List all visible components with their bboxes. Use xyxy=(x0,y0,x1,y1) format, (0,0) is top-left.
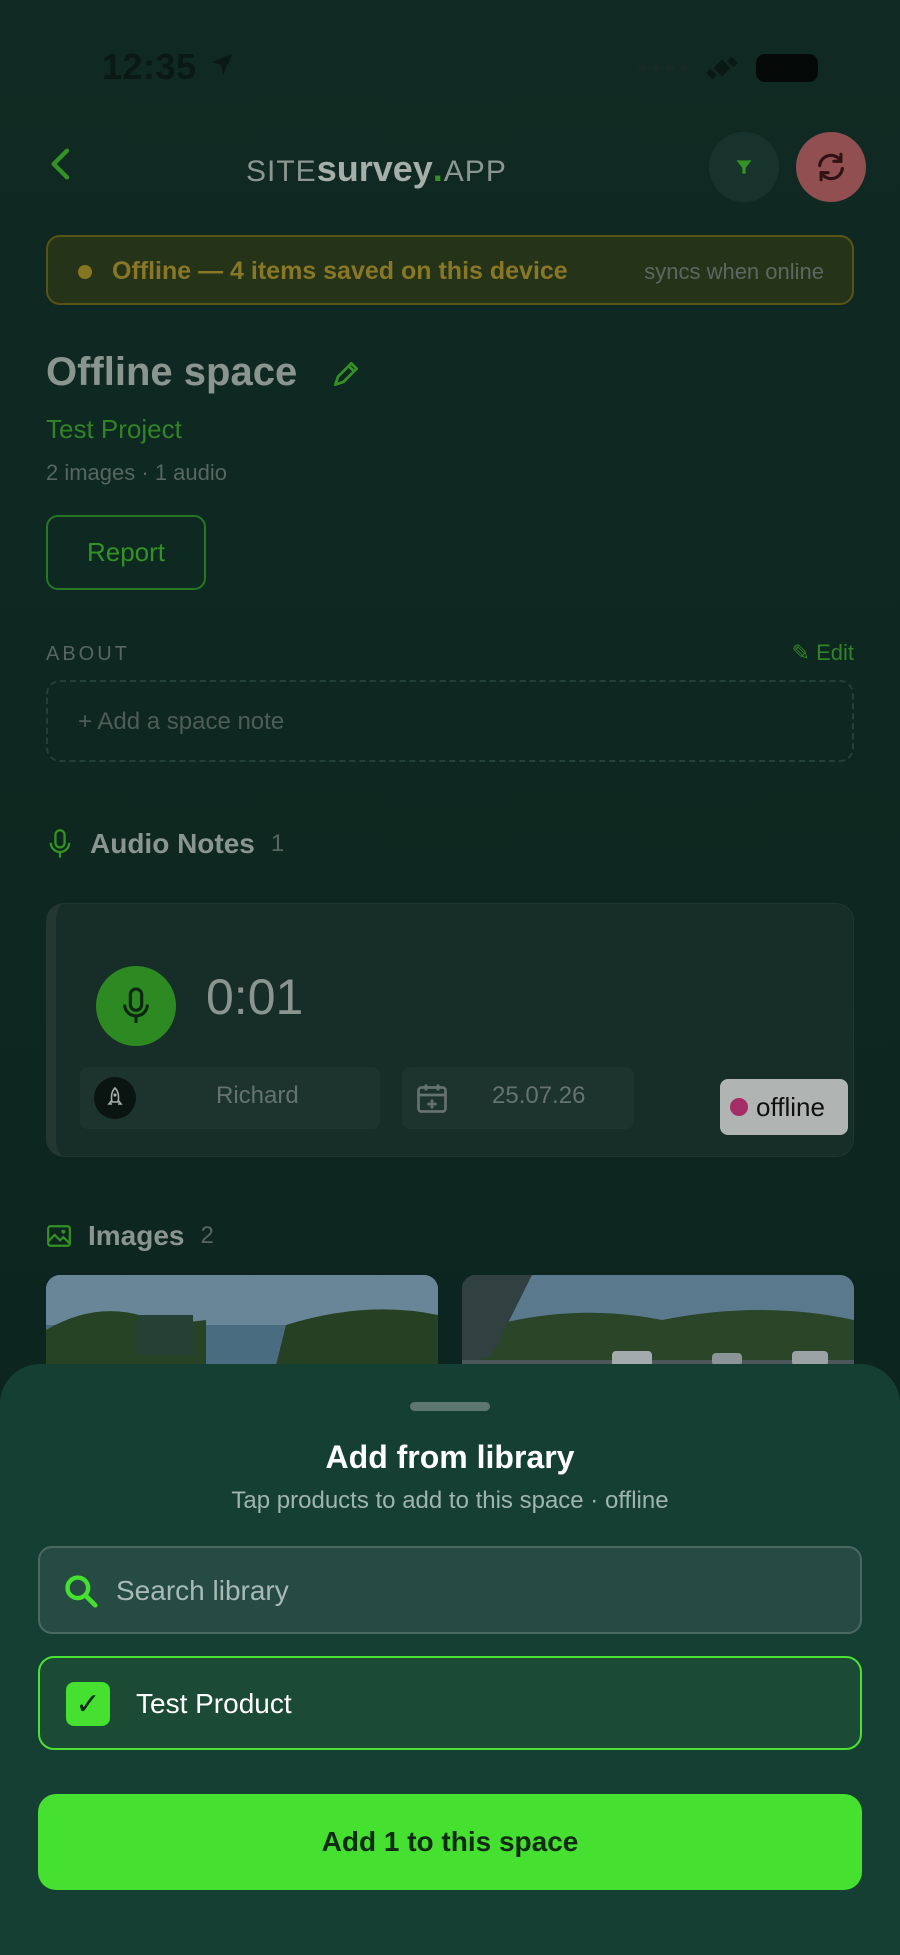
product-checkbox[interactable]: ✓ xyxy=(66,1682,110,1726)
battery-icon xyxy=(756,54,818,82)
app-screen: 12:35 SITEsurvey.APP Offline — 4 items s… xyxy=(0,0,900,1955)
add-to-space-button[interactable]: Add 1 to this space xyxy=(38,1794,862,1890)
status-time: 12:35 xyxy=(102,46,197,87)
product-item[interactable]: ✓ Test Product xyxy=(38,1656,862,1750)
date-chip: 25.07.26 xyxy=(402,1067,634,1129)
offline-message: Offline — 4 items saved on this device xyxy=(112,257,568,285)
check-icon: ✓ xyxy=(75,1687,101,1721)
report-button[interactable]: Report xyxy=(46,515,206,590)
location-arrow-icon xyxy=(211,53,233,75)
audio-note-card[interactable]: 0:01 Richard 25.07.26 offline xyxy=(46,903,854,1157)
status-badge-label: offline xyxy=(756,1091,825,1122)
author-name: Richard xyxy=(216,1082,299,1109)
audio-notes-title: Audio Notes xyxy=(90,828,255,859)
about-edit-button[interactable]: ✎ Edit xyxy=(792,640,854,666)
search-input[interactable] xyxy=(116,1568,836,1614)
note-date: 25.07.26 xyxy=(492,1082,586,1109)
play-audio-button[interactable] xyxy=(96,966,176,1046)
library-search[interactable] xyxy=(38,1546,862,1634)
offline-banner: Offline — 4 items saved on this device s… xyxy=(46,235,854,305)
filter-button[interactable] xyxy=(709,132,779,202)
add-note-field[interactable]: + Add a space note xyxy=(46,680,854,762)
audio-notes-header: Audio Notes 1 xyxy=(46,828,284,860)
microphone-icon xyxy=(123,987,149,1023)
status-bar: 12:35 xyxy=(0,40,900,90)
images-title: Images xyxy=(88,1220,185,1251)
edit-title-icon[interactable] xyxy=(330,358,362,390)
image-icon xyxy=(47,1225,71,1247)
offline-dot-icon xyxy=(730,1098,748,1116)
rocket-icon xyxy=(107,1086,123,1105)
media-counts: 2 images · 1 audio xyxy=(46,460,227,485)
audio-notes-count: 1 xyxy=(270,830,285,857)
add-note-placeholder: + Add a space note xyxy=(78,708,285,735)
project-link[interactable]: Test Project xyxy=(46,414,182,445)
images-header: Images 2 xyxy=(46,1220,214,1252)
audio-duration: 0:01 xyxy=(206,969,304,1025)
calendar-icon xyxy=(417,1084,447,1113)
back-icon[interactable] xyxy=(42,144,82,184)
microphone-icon xyxy=(49,829,71,858)
images-count: 2 xyxy=(200,1222,214,1249)
sheet-title: Add from library xyxy=(325,1439,575,1475)
app-header: SITEsurvey.APP xyxy=(0,130,900,210)
product-name: Test Product xyxy=(136,1688,292,1719)
sheet-grabber[interactable] xyxy=(410,1402,490,1411)
add-from-library-sheet: Add from library Tap products to add to … xyxy=(0,1364,900,1955)
author-chip: Richard xyxy=(80,1067,380,1129)
about-label: ABOUT xyxy=(46,643,130,665)
warning-dot-icon xyxy=(78,265,92,279)
signal-icon xyxy=(638,64,688,72)
sync-icon xyxy=(818,152,844,182)
filter-icon xyxy=(736,160,752,174)
page-title: Offline space xyxy=(46,350,298,394)
status-indicators xyxy=(638,50,818,86)
sheet-subtitle: Tap products to add to this space · offl… xyxy=(231,1487,669,1514)
search-icon xyxy=(65,1575,98,1608)
status-badge: offline xyxy=(720,1079,848,1135)
avatar xyxy=(94,1077,136,1119)
sync-button[interactable] xyxy=(796,132,866,202)
sync-hint: syncs when online xyxy=(644,259,824,284)
satellite-icon xyxy=(706,56,738,80)
app-logo: SITEsurvey.APP xyxy=(246,148,507,189)
